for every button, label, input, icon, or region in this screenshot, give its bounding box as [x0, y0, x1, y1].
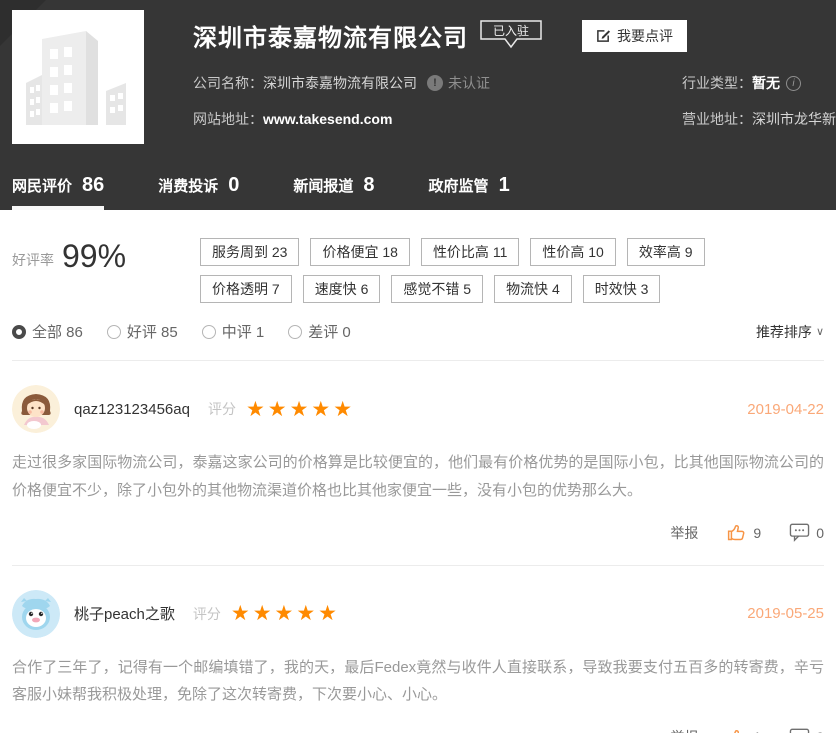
- tag-transparent-price[interactable]: 价格透明 7: [200, 275, 292, 303]
- review-text: 走过很多家国际物流公司，泰嘉这家公司的价格算是比较便宜的，他们最有价格优势的是国…: [12, 449, 824, 505]
- address-value: 深圳市龙华新: [752, 109, 836, 129]
- svg-text:已入驻: 已入驻: [493, 23, 529, 38]
- rating-summary: 好评率 99% 服务周到 23 价格便宜 18 性价比高 11 性价高 10 效…: [12, 210, 824, 303]
- tab-count: 86: [82, 174, 104, 197]
- review-date: 2019-05-25: [747, 605, 824, 622]
- tab-label: 政府监管: [429, 175, 489, 196]
- edit-icon: [596, 28, 611, 43]
- building-icon: [24, 21, 132, 133]
- company-name-value: 深圳市泰嘉物流有限公司: [263, 73, 417, 93]
- review-item: 桃子peach之歌 评分 ★★★★★ 2019-05-25 合作了三年了，记得有…: [12, 566, 824, 733]
- comment-icon: [789, 523, 810, 542]
- review-item: qaz123123456aq 评分 ★★★★★ 2019-04-22 走过很多家…: [12, 361, 824, 547]
- tab-label: 消费投诉: [158, 175, 218, 196]
- comment-count: 0: [816, 525, 824, 541]
- industry-label: 行业类型：: [682, 73, 752, 93]
- tab-count: 0: [228, 174, 239, 197]
- star-rating: ★★★★★: [231, 603, 340, 624]
- score-label: 评分: [193, 604, 221, 624]
- tab-government-supervision[interactable]: 政府监管 1: [429, 160, 510, 210]
- like-count: 1: [753, 729, 761, 733]
- filter-neutral[interactable]: 中评 1: [202, 321, 265, 342]
- thumbs-up-icon: [726, 522, 747, 543]
- like-button[interactable]: 1: [726, 727, 761, 733]
- tab-label: 网民评价: [12, 175, 72, 196]
- reviewer-name[interactable]: qaz123123456aq: [74, 401, 190, 418]
- tag-good-value[interactable]: 性价高 10: [530, 238, 615, 266]
- positive-rate-value: 99%: [62, 238, 148, 275]
- tab-news-reports[interactable]: 新闻报道 8: [293, 160, 374, 210]
- report-button[interactable]: 举报: [670, 523, 698, 543]
- company-name-label: 公司名称：: [193, 73, 263, 93]
- tab-label: 新闻报道: [293, 175, 353, 196]
- chevron-down-icon: ∨: [816, 325, 824, 338]
- avatar: [12, 385, 60, 433]
- report-button[interactable]: 举报: [670, 727, 698, 733]
- review-filter-row: 全部 86 好评 85 中评 1 差评 0 推荐排序 ∨: [12, 321, 824, 342]
- website-row: 网站地址： www.takesend.com: [193, 109, 504, 129]
- score-label: 评分: [208, 399, 236, 419]
- report-label: 举报: [670, 523, 698, 543]
- radio-icon: [12, 325, 26, 339]
- filter-label: 差评 0: [308, 321, 351, 342]
- address-label: 营业地址：: [682, 109, 752, 129]
- tab-consumer-complaints[interactable]: 消费投诉 0: [158, 160, 239, 210]
- like-button[interactable]: 9: [726, 522, 761, 543]
- tag-feels-good[interactable]: 感觉不错 5: [391, 275, 483, 303]
- filter-positive[interactable]: 好评 85: [107, 321, 178, 342]
- review-tags: 服务周到 23 价格便宜 18 性价比高 11 性价高 10 效率高 9 价格透…: [200, 238, 780, 303]
- cert-status: 未认证: [448, 73, 490, 93]
- comment-icon: [789, 728, 810, 733]
- info-icon[interactable]: i: [786, 76, 801, 91]
- radio-icon: [288, 325, 302, 339]
- uncertified-icon: !: [427, 75, 443, 91]
- positive-rate-label: 好评率: [12, 250, 54, 270]
- thumbs-up-icon: [726, 727, 747, 733]
- radio-icon: [107, 325, 121, 339]
- address-row: 营业地址： 深圳市龙华新: [682, 109, 836, 129]
- filter-label: 中评 1: [222, 321, 265, 342]
- comment-button[interactable]: 0: [789, 728, 824, 733]
- industry-row: 行业类型： 暂无 i: [682, 73, 836, 93]
- tag-timely[interactable]: 时效快 3: [583, 275, 661, 303]
- page-title: 深圳市泰嘉物流有限公司: [193, 18, 468, 53]
- tag-fast-logistics[interactable]: 物流快 4: [494, 275, 572, 303]
- tag-efficient[interactable]: 效率高 9: [627, 238, 705, 266]
- tag-cheap-price[interactable]: 价格便宜 18: [310, 238, 409, 266]
- tab-count: 1: [499, 174, 510, 197]
- tag-good-service[interactable]: 服务周到 23: [200, 238, 299, 266]
- review-date: 2019-04-22: [747, 401, 824, 418]
- radio-icon: [202, 325, 216, 339]
- tag-fast-speed[interactable]: 速度快 6: [303, 275, 381, 303]
- sort-dropdown[interactable]: 推荐排序 ∨: [756, 322, 824, 342]
- company-name-row: 公司名称： 深圳市泰嘉物流有限公司 ! 未认证: [193, 73, 504, 93]
- tag-cost-effective[interactable]: 性价比高 11: [421, 238, 519, 266]
- company-header: 深圳市泰嘉物流有限公司 已入驻 我要点评 公司名称： 深圳市泰嘉物流有限公司 !: [0, 0, 836, 160]
- review-text: 合作了三年了，记得有一个邮编填错了，我的天，最后Fedex竟然与收件人直接联系，…: [12, 654, 824, 710]
- tab-user-reviews[interactable]: 网民评价 86: [12, 160, 104, 210]
- website-label: 网站地址：: [193, 109, 263, 129]
- tab-bar: 网民评价 86 消费投诉 0 新闻报道 8 政府监管 1: [0, 160, 836, 210]
- sort-label: 推荐排序: [756, 322, 812, 342]
- write-review-button[interactable]: 我要点评: [582, 20, 687, 52]
- tab-count: 8: [363, 174, 374, 197]
- write-review-label: 我要点评: [617, 26, 673, 46]
- comment-count: 0: [816, 729, 824, 733]
- like-count: 9: [753, 525, 761, 541]
- website-value[interactable]: www.takesend.com: [263, 111, 392, 127]
- filter-all[interactable]: 全部 86: [12, 321, 83, 342]
- star-rating: ★★★★★: [246, 399, 355, 420]
- comment-button[interactable]: 0: [789, 523, 824, 542]
- filter-label: 全部 86: [32, 321, 83, 342]
- company-logo: [12, 10, 144, 144]
- industry-value: 暂无: [752, 73, 780, 93]
- settled-badge: 已入驻: [480, 20, 542, 52]
- reviewer-name[interactable]: 桃子peach之歌: [74, 603, 175, 624]
- avatar: [12, 590, 60, 638]
- filter-label: 好评 85: [127, 321, 178, 342]
- filter-negative[interactable]: 差评 0: [288, 321, 351, 342]
- report-label: 举报: [670, 727, 698, 733]
